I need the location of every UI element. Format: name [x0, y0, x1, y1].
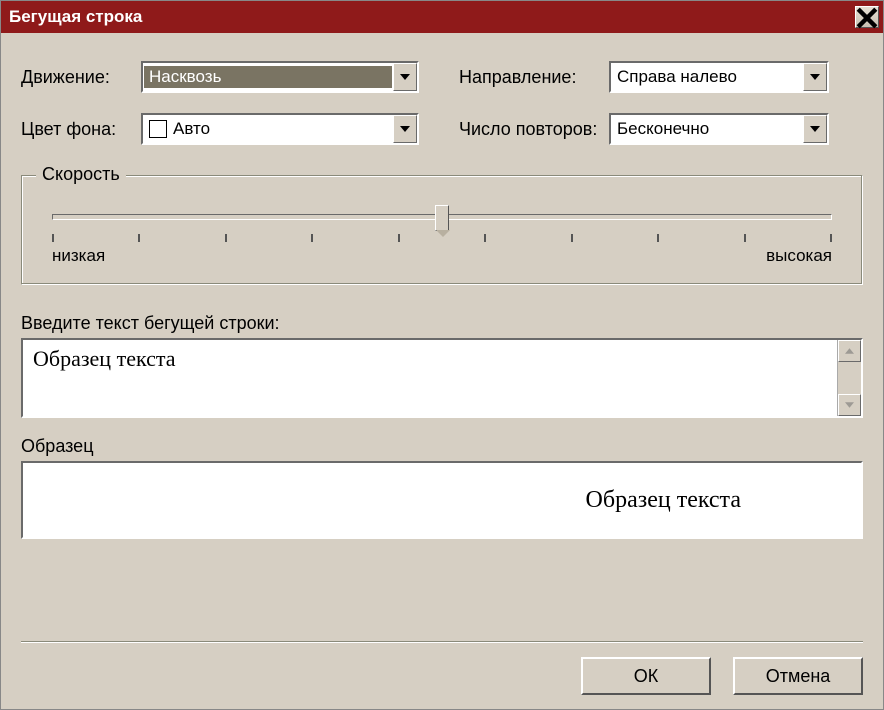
- chevron-up-icon: [845, 348, 854, 354]
- bgcolor-dropdown-button[interactable]: [393, 115, 417, 143]
- marquee-text-input-wrap: Образец текста: [21, 338, 863, 418]
- repeats-label: Число повторов:: [459, 119, 609, 140]
- movement-value: Насквозь: [144, 66, 392, 88]
- movement-dropdown-button[interactable]: [393, 63, 417, 91]
- movement-combo[interactable]: Насквозь: [141, 61, 419, 93]
- preview-text: Образец текста: [586, 487, 741, 514]
- speed-legend: Скорость: [36, 164, 126, 185]
- chevron-down-icon: [400, 126, 410, 132]
- speed-slider-thumb[interactable]: [435, 205, 449, 231]
- speed-slider[interactable]: [52, 214, 832, 220]
- options-grid: Движение: Насквозь Направление: Справа н…: [21, 61, 863, 145]
- direction-combo[interactable]: Справа налево: [609, 61, 829, 93]
- chevron-down-icon: [810, 74, 820, 80]
- text-scrollbar[interactable]: [837, 340, 861, 416]
- bgcolor-label: Цвет фона:: [21, 119, 141, 140]
- direction-dropdown-button[interactable]: [803, 63, 827, 91]
- button-separator: [21, 641, 863, 643]
- repeats-combo[interactable]: Бесконечно: [609, 113, 829, 145]
- preview-box: Образец текста: [21, 461, 863, 539]
- direction-label: Направление:: [459, 67, 609, 88]
- bgcolor-combo[interactable]: Авто: [141, 113, 419, 145]
- speed-range-labels: низкая высокая: [52, 246, 832, 266]
- preview-label: Образец: [21, 436, 863, 457]
- scroll-down-button[interactable]: [838, 394, 861, 416]
- scroll-up-button[interactable]: [838, 340, 861, 362]
- color-swatch-icon: [149, 120, 167, 138]
- speed-fieldset: Скорость низкая высокая: [21, 175, 863, 285]
- chevron-down-icon: [810, 126, 820, 132]
- speed-low-label: низкая: [52, 246, 105, 266]
- close-button[interactable]: [855, 6, 879, 28]
- ok-button[interactable]: ОК: [581, 657, 711, 695]
- dialog-buttons: ОК Отмена: [581, 657, 863, 695]
- dialog-content: Движение: Насквозь Направление: Справа н…: [1, 33, 883, 549]
- direction-value: Справа налево: [611, 67, 803, 87]
- dialog-window: Бегущая строка Движение: Насквозь Направ…: [0, 0, 884, 710]
- speed-high-label: высокая: [766, 246, 832, 266]
- repeats-value: Бесконечно: [611, 119, 803, 139]
- bgcolor-value: Авто: [173, 119, 210, 139]
- chevron-down-icon: [400, 74, 410, 80]
- marquee-text-input[interactable]: Образец текста: [23, 340, 837, 416]
- titlebar: Бегущая строка: [1, 1, 883, 33]
- marquee-text-label: Введите текст бегущей строки:: [21, 313, 863, 334]
- movement-label: Движение:: [21, 67, 141, 88]
- repeats-dropdown-button[interactable]: [803, 115, 827, 143]
- cancel-button[interactable]: Отмена: [733, 657, 863, 695]
- chevron-down-icon: [845, 402, 854, 408]
- window-title: Бегущая строка: [9, 7, 142, 27]
